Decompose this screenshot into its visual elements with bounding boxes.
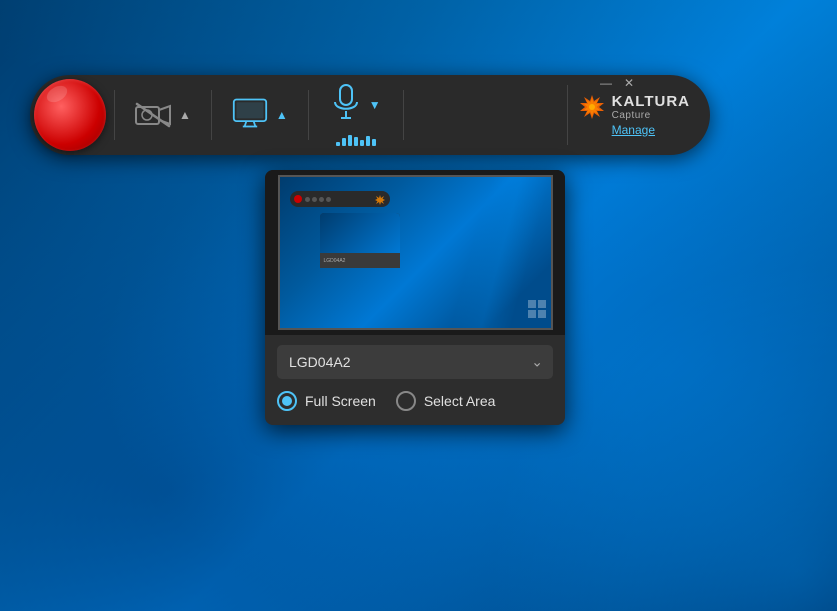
kaltura-text: KALTURA Capture xyxy=(612,93,690,121)
mini-rec-dot xyxy=(294,195,302,203)
mic-bar-6 xyxy=(366,136,370,146)
divider-2 xyxy=(211,90,212,140)
mic-level-bars xyxy=(336,134,376,146)
mic-bar-3 xyxy=(348,135,352,146)
mic-bar-4 xyxy=(354,137,358,146)
kaltura-brand-name: KALTURA xyxy=(612,93,690,110)
select-area-option[interactable]: Select Area xyxy=(396,391,496,411)
record-button[interactable] xyxy=(34,79,106,151)
mic-icon xyxy=(331,84,361,125)
mini-monitor-label: LGD04A2 xyxy=(324,258,346,264)
monitor-select-value: LGD04A2 xyxy=(289,354,350,370)
monitor-select-box[interactable]: LGD04A2 xyxy=(277,345,553,379)
divider-1 xyxy=(114,90,115,140)
screen-selector-controls: LGD04A2 ⌄ Full Screen Select Area xyxy=(265,335,565,425)
kaltura-logo-row: KALTURA Capture xyxy=(578,93,690,121)
mini-dot-2 xyxy=(312,197,317,202)
screen-chevron: ▲ xyxy=(276,108,288,122)
manage-link[interactable]: Manage xyxy=(612,123,655,137)
screen-section[interactable]: ▲ xyxy=(220,98,300,133)
screen-dropdown-panel: LGD04A2 LG xyxy=(265,170,565,425)
mini-dot-3 xyxy=(319,197,324,202)
monitor-select-wrapper[interactable]: LGD04A2 ⌄ xyxy=(277,345,553,379)
select-area-label: Select Area xyxy=(424,393,496,409)
mini-kaltura-logo xyxy=(374,193,386,205)
camera-icon xyxy=(135,102,171,128)
kaltura-logo-icon xyxy=(578,93,606,121)
mic-bar-1 xyxy=(336,142,340,146)
mic-bar-5 xyxy=(360,140,364,146)
mini-windows-logo xyxy=(527,299,547,324)
mic-section[interactable]: ▼ xyxy=(317,78,395,152)
select-area-radio[interactable] xyxy=(396,391,416,411)
full-screen-radio[interactable] xyxy=(277,391,297,411)
camera-section[interactable]: ▲ xyxy=(123,102,203,128)
capture-options: Full Screen Select Area xyxy=(277,391,553,411)
mini-screen-selector: LGD04A2 xyxy=(320,213,400,268)
full-screen-label: Full Screen xyxy=(305,393,376,409)
screen-preview: LGD04A2 xyxy=(265,170,565,335)
kaltura-capture-label: Capture xyxy=(612,110,690,121)
window-controls: — ✕ xyxy=(600,77,634,89)
mini-toolbar-dots xyxy=(305,197,331,202)
mic-bar-2 xyxy=(342,138,346,146)
mini-screen-sel-bar: LGD04A2 xyxy=(320,253,400,268)
full-screen-option[interactable]: Full Screen xyxy=(277,391,376,411)
mini-dot-1 xyxy=(305,197,310,202)
mini-desktop-preview: LGD04A2 xyxy=(278,175,553,330)
mini-toolbar xyxy=(290,191,390,207)
monitor-icon xyxy=(232,98,268,133)
mic-chevron: ▼ xyxy=(369,98,381,112)
close-button[interactable]: ✕ xyxy=(624,77,634,89)
divider-3 xyxy=(308,90,309,140)
divider-4 xyxy=(403,90,404,140)
camera-chevron: ▲ xyxy=(179,108,191,122)
mini-desktop-bg: LGD04A2 xyxy=(280,177,551,328)
minimize-button[interactable]: — xyxy=(600,77,612,89)
mini-dot-4 xyxy=(326,197,331,202)
kaltura-brand: KALTURA Capture Manage xyxy=(567,85,710,145)
mini-screen-sel-preview xyxy=(320,213,400,253)
mic-bar-7 xyxy=(372,139,376,146)
